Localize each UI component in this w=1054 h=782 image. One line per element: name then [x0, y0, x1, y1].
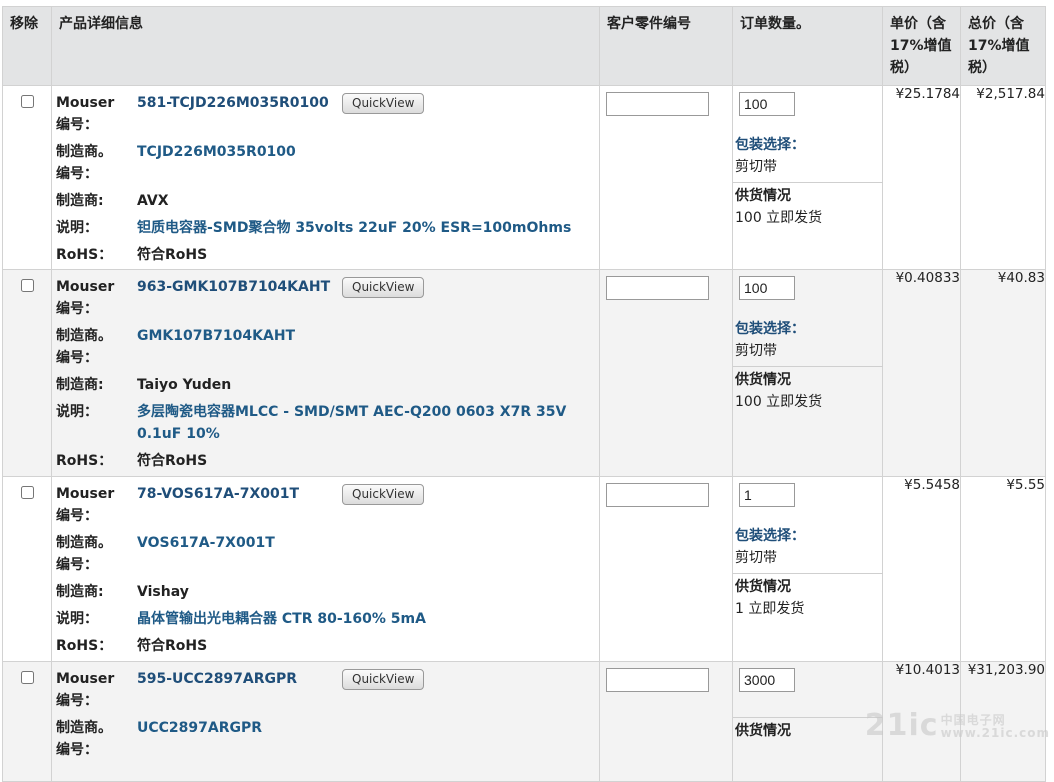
- packaging-value: 剪切带: [735, 343, 777, 359]
- table-row: Mouser 编号： 581-TCJD226M035R0100 QuickView …: [2, 85, 1046, 270]
- rohs-status: 符合RoHS: [137, 247, 208, 263]
- total-price-header: 总价（含 17%增值 税）: [960, 6, 1046, 86]
- mouser-part-link[interactable]: 963-GMK107B7104KAHT: [137, 276, 342, 298]
- customer-part-input[interactable]: [606, 483, 709, 507]
- customer-part-input[interactable]: [606, 668, 709, 692]
- description-link[interactable]: 多层陶瓷电容器MLCC - SMD/SMT AEC-Q200 0603 X7R …: [137, 401, 599, 445]
- remove-checkbox[interactable]: [20, 95, 34, 108]
- remove-checkbox[interactable]: [20, 671, 34, 684]
- site-watermark-logo: 21ic 中国电子网 www.21ic.com: [864, 708, 1050, 743]
- table-row: Mouser 编号： 963-GMK107B7104KAHT QuickView 制…: [2, 269, 1046, 477]
- mfr-part-link[interactable]: TCJD226M035R0100: [137, 141, 599, 185]
- stock-value: 1 立即发货: [735, 601, 805, 617]
- description-link[interactable]: 晶体管输出光电耦合器 CTR 80-160% 5mA: [137, 608, 599, 630]
- cart-table: 移除 产品详细信息 客户零件编号 订单数量。 单价（含 17%增值 税） 总价（含 1…: [2, 6, 1046, 782]
- mfr-part-link[interactable]: UCC2897ARGPR: [137, 717, 599, 761]
- mouser-part-link[interactable]: 581-TCJD226M035R0100: [137, 92, 342, 114]
- product-details: Mouser 编号： 595-UCC2897ARGPR QuickView 制造商。…: [52, 662, 599, 761]
- description-link[interactable]: 钽质电容器-SMD聚合物 35volts 22uF 20% ESR=100mOh…: [137, 217, 599, 239]
- mfr-part-link[interactable]: VOS617A-7X001T: [137, 532, 599, 576]
- rohs-status: 符合RoHS: [137, 638, 208, 654]
- total-price: ¥2,517.84: [960, 85, 1046, 270]
- packaging-info: 包装选择： 剪切带: [733, 116, 882, 182]
- qty-header: 订单数量。: [732, 6, 883, 86]
- customer-part-header: 客户零件编号: [599, 6, 733, 86]
- quantity-input[interactable]: [739, 668, 795, 692]
- quickview-button[interactable]: QuickView: [342, 484, 425, 505]
- stock-value: 100 立即发货: [735, 394, 823, 410]
- unit-price-header: 单价（含 17%增值 税）: [882, 6, 961, 86]
- availability-info: 供货情况 100 立即发货: [733, 366, 883, 413]
- rohs-status: 符合RoHS: [137, 453, 208, 469]
- unit-price: ¥25.1784: [882, 85, 961, 270]
- remove-checkbox[interactable]: [20, 279, 34, 292]
- packaging-info: 包装选择： 剪切带: [733, 300, 882, 366]
- packaging-info: 包装选择： 剪切带: [733, 507, 882, 573]
- customer-part-input[interactable]: [606, 92, 709, 116]
- packaging-value: 剪切带: [735, 550, 777, 566]
- quickview-button[interactable]: QuickView: [342, 277, 425, 298]
- stock-value: 100 立即发货: [735, 210, 823, 226]
- quickview-button[interactable]: QuickView: [342, 669, 425, 690]
- product-details: Mouser 编号： 581-TCJD226M035R0100 QuickView …: [52, 86, 599, 266]
- product-details: Mouser 编号： 963-GMK107B7104KAHT QuickView 制…: [52, 270, 599, 472]
- availability-info: 供货情况 100 立即发货: [733, 182, 883, 229]
- manufacturer-name: AVX: [137, 193, 169, 209]
- manufacturer-name: Taiyo Yuden: [137, 377, 232, 393]
- manufacturer-name: Vishay: [137, 584, 189, 600]
- mfr-part-link[interactable]: GMK107B7104KAHT: [137, 325, 599, 369]
- mouser-part-link[interactable]: 78-VOS617A-7X001T: [137, 483, 342, 505]
- quantity-input[interactable]: [739, 483, 795, 507]
- unit-price: ¥5.5458: [882, 476, 961, 662]
- table-header-row: 移除 产品详细信息 客户零件编号 订单数量。 单价（含 17%增值 税） 总价（含 1…: [2, 6, 1046, 86]
- total-price: ¥5.55: [960, 476, 1046, 662]
- quickview-button[interactable]: QuickView: [342, 93, 425, 114]
- customer-part-input[interactable]: [606, 276, 709, 300]
- total-price: ¥40.83: [960, 269, 1046, 477]
- details-header: 产品详细信息: [51, 6, 600, 86]
- remove-header: 移除: [2, 6, 52, 86]
- unit-price: ¥0.40833: [882, 269, 961, 477]
- product-details: Mouser 编号： 78-VOS617A-7X001T QuickView 制造商…: [52, 477, 599, 657]
- table-row: Mouser 编号： 78-VOS617A-7X001T QuickView 制造商…: [2, 476, 1046, 662]
- availability-info: 供货情况 1 立即发货: [733, 573, 883, 620]
- packaging-value: 剪切带: [735, 159, 777, 175]
- quantity-input[interactable]: [739, 92, 795, 116]
- mouser-part-link[interactable]: 595-UCC2897ARGPR: [137, 668, 342, 690]
- quantity-input[interactable]: [739, 276, 795, 300]
- remove-checkbox[interactable]: [20, 486, 34, 499]
- availability-info: 供货情况: [733, 717, 883, 742]
